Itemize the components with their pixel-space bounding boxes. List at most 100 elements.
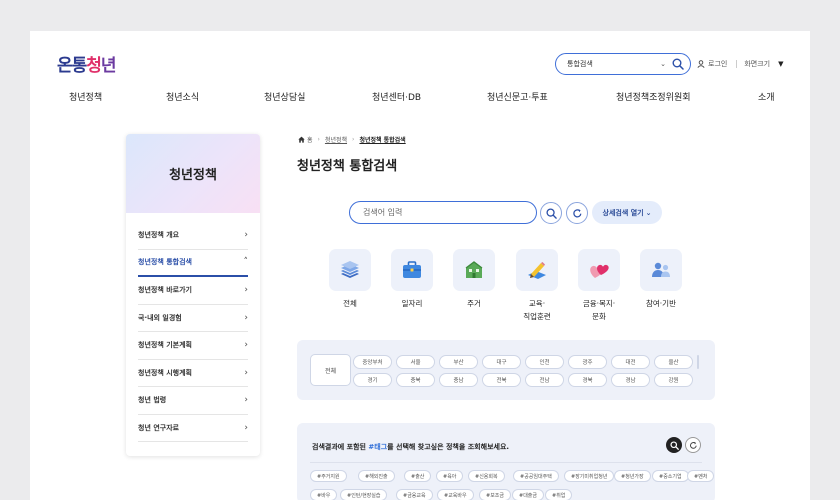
chevron-down-icon[interactable]: ⌄ <box>660 60 666 68</box>
breadcrumb-current: 청년정책 통합검색 <box>359 137 406 144</box>
tag-chip[interactable]: #해외진출 <box>358 470 395 482</box>
sidebar-item[interactable]: 청년정책 바로가기 › <box>138 277 248 305</box>
chevron-right-icon: › <box>244 312 248 323</box>
sidebar-item[interactable]: 청년정책 기본계획 › <box>138 332 248 360</box>
page-title: 청년정책 통합검색 <box>297 159 398 174</box>
tag-reset-button[interactable] <box>685 437 701 453</box>
chevron-up-icon: ˄ <box>243 257 249 268</box>
region-chip[interactable]: 울산 <box>654 355 693 369</box>
page: 온통청년 통합검색 ⌄ 로그인 화면크기 ▼ 청년정책 청년소식 청년상담실 청… <box>30 31 810 500</box>
tag-chip[interactable]: #벤처 <box>687 470 715 482</box>
region-chip[interactable]: 대전 <box>611 355 650 369</box>
category-all[interactable]: 전체 <box>329 249 371 311</box>
nav-item[interactable]: 청년정책 <box>69 90 102 103</box>
region-chip[interactable]: 대구 <box>482 355 521 369</box>
tag-chip[interactable]: #출산 <box>404 470 432 482</box>
region-chip[interactable]: 강원 <box>654 373 693 387</box>
region-chip[interactable]: 중앙부처 <box>353 355 392 369</box>
caret-down-icon[interactable]: ▼ <box>778 60 783 68</box>
global-search-input[interactable]: 통합검색 <box>567 59 660 69</box>
breadcrumb-home[interactable]: 홈 <box>307 135 313 144</box>
divider <box>736 60 738 68</box>
region-all-button[interactable]: 전체 <box>310 354 351 386</box>
tag-chip[interactable]: #바우 <box>310 489 338 500</box>
tag-chip[interactable]: #대출금 <box>512 489 544 500</box>
reset-button[interactable] <box>566 202 588 224</box>
tag-chip[interactable]: #금융교육 <box>396 489 433 500</box>
region-chip[interactable]: 부산 <box>439 355 478 369</box>
nav-item[interactable]: 소개 <box>758 90 775 103</box>
detail-search-label: 상세검색 열기 <box>602 208 644 217</box>
policy-search-input[interactable]: 검색어 입력 <box>349 201 537 224</box>
sidebar-item-label: 청년정책 바로가기 <box>138 286 192 295</box>
region-chip[interactable]: 충남 <box>439 373 478 387</box>
tag-chip[interactable]: #취업 <box>545 489 573 500</box>
logo-char: 통 <box>71 56 88 76</box>
tag-search-button[interactable] <box>666 437 682 453</box>
tag-chip[interactable]: #인턴/현장실습 <box>340 489 388 500</box>
category-finance-welfare[interactable]: 금융·복지· 문화 <box>578 249 620 323</box>
sidebar-item[interactable]: 청년정책 시행계획 › <box>138 360 248 387</box>
region-chip-spacer <box>697 355 699 369</box>
sidebar-item[interactable]: 청년 연구자료 › <box>138 415 248 442</box>
tag-instruction: 검색결과에 포함된 #태그를 선택해 찾고싶은 정책을 조회해보세요. <box>312 442 509 452</box>
sidebar-item-active[interactable]: 청년정책 통합검색 ˄ <box>138 250 249 277</box>
category-participation[interactable]: 참여·기반 <box>640 249 682 311</box>
site-logo[interactable]: 온통청년 <box>57 54 117 76</box>
tag-chip[interactable]: #신용회복 <box>468 470 505 482</box>
sidebar-item[interactable]: 청년정책 개요 › <box>138 222 248 250</box>
region-chip[interactable]: 경기 <box>353 373 392 387</box>
tag-chip[interactable]: #보조금 <box>479 489 511 500</box>
home-icon[interactable] <box>298 136 305 143</box>
category-housing[interactable]: 주거 <box>453 249 495 311</box>
tag-chip[interactable]: #공공임대주택 <box>513 470 559 482</box>
region-chip[interactable]: 충북 <box>396 373 435 387</box>
nav-item[interactable]: 청년소식 <box>166 90 199 103</box>
chevron-right-icon: › <box>244 285 248 296</box>
people-icon <box>640 249 682 291</box>
tag-chip[interactable]: #주거지원 <box>310 470 347 482</box>
region-chip[interactable]: 광주 <box>568 355 607 369</box>
nav-item[interactable]: 청년신문고·투표 <box>487 90 548 103</box>
tag-chip[interactable]: #중소기업 <box>652 470 689 482</box>
login-link[interactable]: 로그인 <box>708 59 727 69</box>
zoom-label[interactable]: 화면크기 <box>744 59 770 69</box>
category-jobs[interactable]: 일자리 <box>391 249 433 311</box>
search-icon[interactable] <box>672 58 684 70</box>
hearts-icon <box>578 249 620 291</box>
sidebar-item-label: 청년 연구자료 <box>138 423 180 432</box>
category-label: 주거 <box>467 299 481 308</box>
sidebar-item-label: 청년정책 통합검색 <box>138 258 192 267</box>
tag-chip[interactable]: #교육바우 <box>437 489 474 500</box>
global-search[interactable]: 통합검색 ⌄ <box>555 53 691 75</box>
nav-item[interactable]: 청년정책조정위원회 <box>616 90 691 103</box>
region-chip[interactable]: 인천 <box>525 355 564 369</box>
tag-instruction-highlight: #태그 <box>368 443 388 451</box>
sidebar-item[interactable]: 국·내외 일경험 › <box>138 305 248 332</box>
breadcrumb-level1[interactable]: 청년정책 <box>325 135 347 144</box>
region-chip[interactable]: 전남 <box>525 373 564 387</box>
sidebar-item-label: 청년정책 시행계획 <box>138 368 192 377</box>
tag-instruction-text: 검색결과에 포함된 <box>312 443 369 451</box>
person-icon <box>697 60 705 68</box>
nav-item[interactable]: 청년상담실 <box>264 90 305 103</box>
region-chip[interactable]: 전북 <box>482 373 521 387</box>
category-education[interactable]: 교육· 직업훈련 <box>516 249 558 323</box>
sidebar-item[interactable]: 청년 법령 › <box>138 387 248 415</box>
region-chip[interactable]: 경북 <box>568 373 607 387</box>
tag-chip[interactable]: #육아 <box>436 470 464 482</box>
breadcrumb-separator: › <box>352 136 355 143</box>
building-icon <box>453 249 495 291</box>
region-chip[interactable]: 서울 <box>396 355 435 369</box>
region-chip[interactable]: 경남 <box>611 373 650 387</box>
chevron-right-icon: › <box>244 340 248 351</box>
region-filter: 전체 중앙부처 서울 부산 대구 인천 광주 대전 울산 경기 충북 충남 전북… <box>297 340 715 400</box>
search-button[interactable] <box>540 202 562 224</box>
refresh-icon <box>689 441 697 449</box>
nav-item[interactable]: 청년센터·DB <box>372 90 421 103</box>
tag-chip[interactable]: #청년가장 <box>614 470 651 482</box>
sidebar: 청년정책 청년정책 개요 › 청년정책 통합검색 ˄ 청년정책 바로가기 › 국·내외… <box>126 134 260 456</box>
tag-chip[interactable]: #장기미취업청년 <box>564 470 615 482</box>
detail-search-toggle[interactable]: 상세검색 열기 ⌄ <box>592 201 662 224</box>
search-icon <box>669 440 679 450</box>
